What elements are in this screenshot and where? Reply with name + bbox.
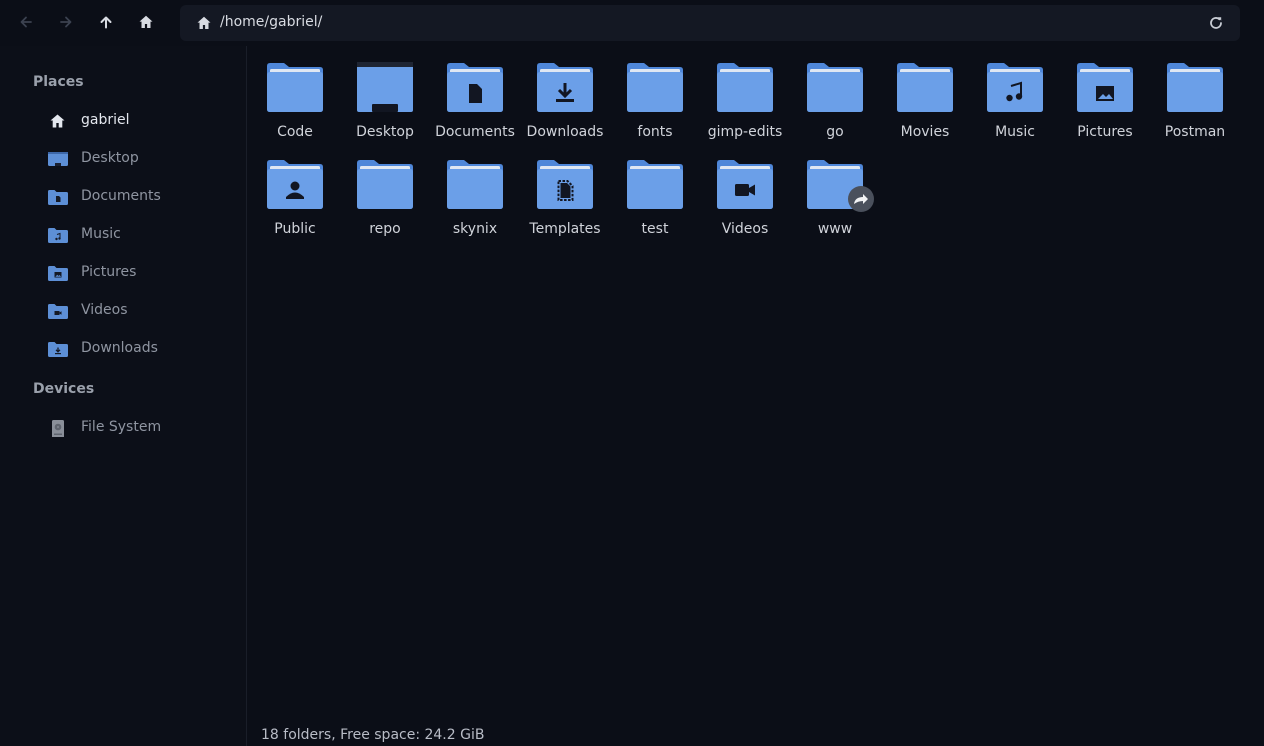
forward-button[interactable] [51, 7, 81, 37]
folder-name: go [826, 124, 844, 140]
places-heading: Places [33, 74, 84, 90]
folder-item[interactable]: repo [340, 153, 430, 245]
sidebar-item-label: Videos [81, 302, 128, 318]
folder-item[interactable]: Downloads [520, 56, 610, 148]
sidebar-divider [246, 46, 247, 746]
reload-icon[interactable] [1208, 15, 1224, 31]
folder-icon [987, 63, 1043, 112]
downloads-folder-icon [48, 342, 68, 357]
folder-name: Pictures [1077, 124, 1133, 140]
folder-name: fonts [637, 124, 673, 140]
folder-icon [627, 160, 683, 209]
folder-name: Downloads [526, 124, 604, 140]
folder-icon [357, 160, 413, 209]
sidebar-item-label: gabriel [81, 112, 130, 128]
folder-name: gimp-edits [707, 124, 783, 140]
folder-name: test [641, 221, 669, 237]
sidebar-item-downloads[interactable]: Downloads [0, 334, 246, 364]
file-grid: Code Desktop Documents Downloads fonts gimp-e… [250, 56, 1260, 716]
folder-name: repo [369, 221, 401, 237]
sidebar-item-music[interactable]: Music [0, 220, 246, 250]
folder-name: Public [274, 221, 316, 237]
folder-icon [1167, 63, 1223, 112]
folder-icon [447, 63, 503, 112]
folder-icon [447, 160, 503, 209]
pictures-folder-icon [48, 266, 68, 281]
folder-icon [807, 63, 863, 112]
folder-name: www [817, 221, 853, 237]
arrow-up-icon [100, 16, 112, 29]
documents-folder-icon [48, 190, 68, 205]
sidebar-item-label: Desktop [81, 150, 139, 166]
folder-name: Music [995, 124, 1035, 140]
toolbar: /home/gabriel/ [0, 0, 1264, 46]
folder-item[interactable]: www [790, 153, 880, 245]
back-button[interactable] [11, 7, 41, 37]
sidebar-item-pictures[interactable]: Pictures [0, 258, 246, 288]
folder-name: Code [277, 124, 313, 140]
folder-item[interactable]: skynix [430, 153, 520, 245]
folder-icon [717, 160, 773, 209]
folder-name: Postman [1164, 124, 1226, 140]
folder-item[interactable]: Movies [880, 56, 970, 148]
folder-icon [537, 63, 593, 112]
sidebar-item-gabriel[interactable]: gabriel [0, 106, 246, 136]
folder-name: Desktop [356, 124, 414, 140]
folder-icon [717, 63, 773, 112]
arrow-left-icon [20, 16, 32, 28]
folder-name: Videos [721, 221, 769, 237]
folder-item[interactable]: Videos [700, 153, 790, 245]
music-folder-icon [48, 228, 68, 243]
sidebar-item-videos[interactable]: Videos [0, 296, 246, 326]
desktop-folder-icon [48, 152, 68, 166]
videos-folder-icon [48, 304, 68, 319]
symlink-emblem-icon [848, 186, 874, 212]
folder-item[interactable]: Postman [1150, 56, 1240, 148]
folder-name: Movies [900, 124, 950, 140]
folder-name: Documents [435, 124, 515, 140]
sidebar-item-desktop[interactable]: Desktop [0, 144, 246, 174]
folder-item[interactable]: go [790, 56, 880, 148]
folder-name: skynix [452, 221, 498, 237]
sidebar: Places gabriel Desktop Documents Music P… [0, 46, 246, 746]
folder-icon [267, 63, 323, 112]
location-bar[interactable]: /home/gabriel/ [180, 5, 1240, 41]
folder-item[interactable]: Documents [430, 56, 520, 148]
home-icon [50, 114, 65, 128]
devices-heading: Devices [33, 381, 95, 397]
folder-item[interactable]: Code [250, 56, 340, 148]
sidebar-item-label: Documents [81, 188, 161, 204]
home-icon [139, 15, 153, 28]
folder-item[interactable]: Desktop [340, 56, 430, 148]
status-bar: 18 folders, Free space: 24.2 GiB [261, 727, 485, 743]
parent-folder-button[interactable] [91, 7, 121, 37]
home-button[interactable] [131, 7, 161, 37]
folder-name: Templates [529, 221, 601, 237]
sidebar-item-label: File System [81, 419, 162, 435]
arrow-right-icon [60, 16, 72, 28]
folder-item[interactable]: fonts [610, 56, 700, 148]
folder-item[interactable]: gimp-edits [700, 56, 790, 148]
folder-icon [357, 62, 413, 112]
sidebar-item-label: Downloads [81, 340, 158, 356]
folder-icon [627, 63, 683, 112]
folder-icon [537, 160, 593, 209]
sidebar-item-file-system[interactable]: File System [0, 413, 246, 443]
folder-item[interactable]: Templates [520, 153, 610, 245]
folder-item[interactable]: Pictures [1060, 56, 1150, 148]
drive-icon [52, 420, 64, 437]
sidebar-item-label: Pictures [81, 264, 137, 280]
folder-item[interactable]: test [610, 153, 700, 245]
folder-icon [267, 160, 323, 209]
folder-icon [1077, 63, 1133, 112]
home-icon [197, 16, 211, 29]
folder-item[interactable]: Public [250, 153, 340, 245]
folder-icon [897, 63, 953, 112]
sidebar-item-documents[interactable]: Documents [0, 182, 246, 212]
folder-item[interactable]: Music [970, 56, 1060, 148]
sidebar-item-label: Music [81, 226, 121, 242]
location-path[interactable]: /home/gabriel/ [220, 14, 322, 30]
